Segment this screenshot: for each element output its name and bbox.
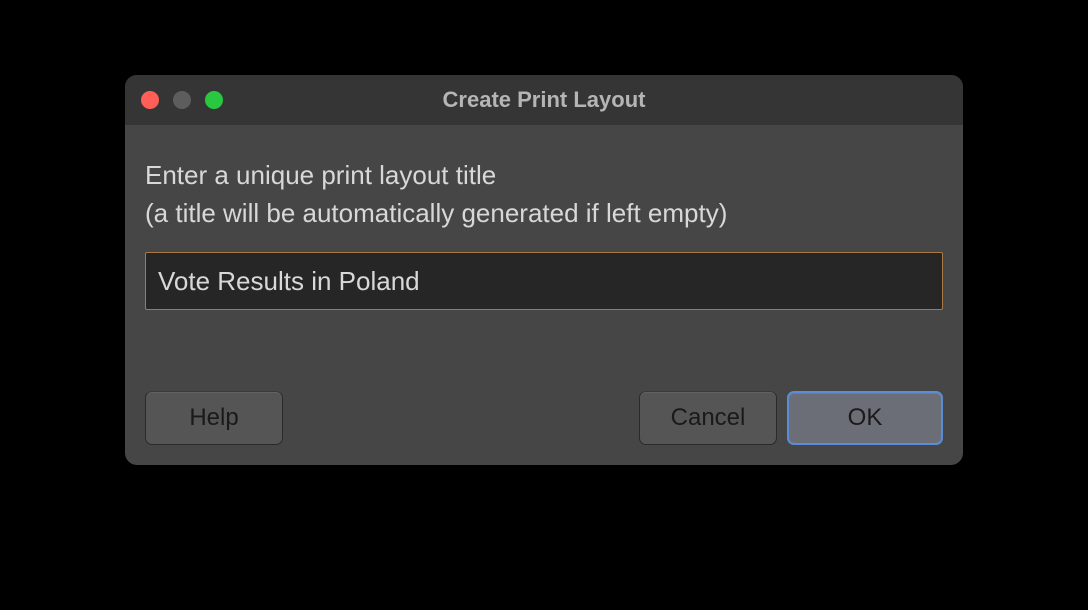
button-row: Help Cancel OK [145,371,943,445]
dialog-title: Create Print Layout [125,87,963,113]
titlebar: Create Print Layout [125,75,963,125]
minimize-icon [173,91,191,109]
prompt-text: Enter a unique print layout title (a tit… [145,157,943,232]
prompt-line-1: Enter a unique print layout title [145,157,943,195]
create-print-layout-dialog: Create Print Layout Enter a unique print… [125,75,963,465]
prompt-line-2: (a title will be automatically generated… [145,195,943,233]
right-buttons: Cancel OK [639,391,943,445]
window-controls [141,91,223,109]
maximize-icon[interactable] [205,91,223,109]
layout-title-input[interactable] [145,252,943,310]
dialog-body: Enter a unique print layout title (a tit… [125,125,963,465]
help-button[interactable]: Help [145,391,283,445]
cancel-button[interactable]: Cancel [639,391,777,445]
ok-button[interactable]: OK [787,391,943,445]
close-icon[interactable] [141,91,159,109]
